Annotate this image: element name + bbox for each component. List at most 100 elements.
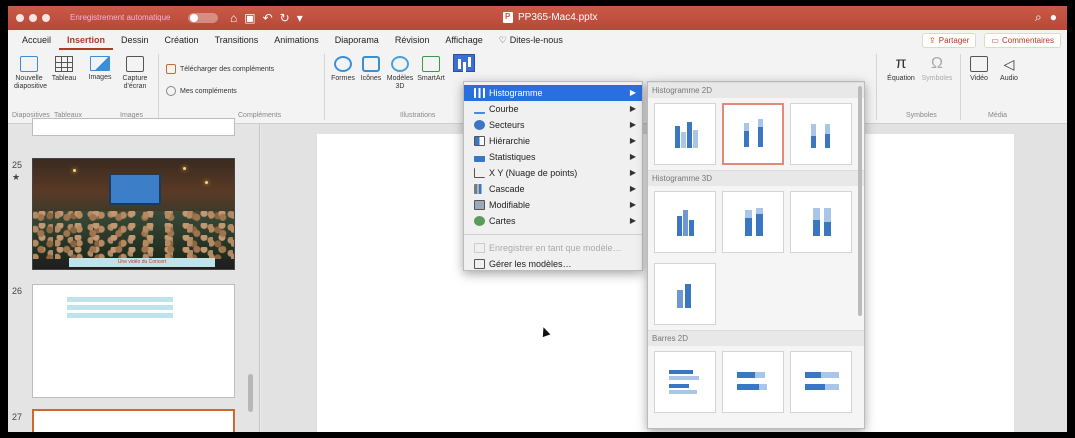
- chart-bar: [744, 123, 749, 131]
- slide-thumbnail-26[interactable]: [32, 284, 235, 398]
- gallery-section-2d: Histogramme 2D: [648, 82, 864, 98]
- slide-thumbnail-27[interactable]: [32, 409, 235, 432]
- autosave-label: Enregistrement automatique: [70, 13, 171, 22]
- shapes-button[interactable]: Formes: [330, 56, 356, 83]
- tab-creation[interactable]: Création: [157, 30, 207, 50]
- undo-icon[interactable]: ↶: [263, 11, 273, 25]
- tell-me-box[interactable]: ♡ Dites-le-nous: [491, 30, 571, 50]
- close-window-button[interactable]: [16, 14, 24, 22]
- stacked-bar-thumbnail[interactable]: [722, 351, 784, 413]
- window-controls: [16, 14, 50, 22]
- omega-icon: Ω: [931, 55, 943, 72]
- template-icon: [474, 243, 485, 253]
- new-slide-icon: [20, 56, 38, 72]
- 3d-100-stacked-column-thumbnail[interactable]: [790, 191, 852, 253]
- clustered-column-thumbnail[interactable]: [654, 103, 716, 165]
- menu-item-courbe[interactable]: Courbe ▶: [464, 101, 642, 117]
- share-icon: ⇪: [929, 36, 936, 45]
- images-button[interactable]: Images: [86, 56, 114, 82]
- models-3d-button[interactable]: Modèles 3D: [386, 56, 414, 91]
- chart-gallery: Histogramme 2D Histogramme 3D Barres 2D: [647, 81, 865, 429]
- 3d-column-thumbnail[interactable]: [654, 263, 716, 325]
- table-button[interactable]: Tableau: [50, 56, 78, 83]
- tab-affichage[interactable]: Affichage: [437, 30, 490, 50]
- video-button[interactable]: Vidéo: [966, 56, 992, 83]
- submenu-arrow-icon: ▶: [629, 200, 636, 209]
- comments-button[interactable]: ▭ Commentaires: [984, 33, 1061, 48]
- store-icon: [166, 64, 176, 74]
- menu-separator: [464, 234, 642, 235]
- chart-bar: [758, 119, 763, 127]
- chevron-down-icon[interactable]: ▾: [297, 11, 303, 25]
- screenshot-button[interactable]: Capture d'écran: [118, 56, 152, 91]
- 100-stacked-column-thumbnail[interactable]: [790, 103, 852, 165]
- submenu-arrow-icon: ▶: [629, 136, 636, 145]
- audio-button[interactable]: ◁ Audio: [996, 56, 1022, 83]
- chart-bar: [687, 122, 692, 148]
- menu-item-histogramme[interactable]: Histogramme ▶: [464, 85, 642, 101]
- slide-number-26: 26: [12, 286, 23, 296]
- submenu-arrow-icon: ▶: [629, 152, 636, 161]
- 3d-stacked-column-thumbnail[interactable]: [722, 191, 784, 253]
- account-icon[interactable]: ●: [1050, 10, 1057, 25]
- save-icon[interactable]: ▣: [244, 11, 255, 25]
- autosave-toggle[interactable]: [188, 13, 218, 23]
- menu-item-modifiable[interactable]: Modifiable ▶: [464, 197, 642, 213]
- tab-transitions[interactable]: Transitions: [207, 30, 267, 50]
- menu-item-xy[interactable]: X Y (Nuage de points) ▶: [464, 165, 642, 181]
- minimize-window-button[interactable]: [29, 14, 37, 22]
- chart-bar: [681, 132, 686, 148]
- chart-bar: [675, 126, 680, 148]
- menu-item-manage-templates[interactable]: Gérer les modèles…: [464, 256, 642, 272]
- chart-bar: [689, 220, 694, 236]
- clustered-bar-thumbnail[interactable]: [654, 351, 716, 413]
- equation-label: Équation: [887, 75, 915, 82]
- ribbon-tabs: Accueil Insertion Dessin Création Transi…: [8, 30, 1067, 50]
- menu-item-statistiques[interactable]: Statistiques ▶: [464, 149, 642, 165]
- stacked-column-thumbnail[interactable]: [722, 103, 784, 165]
- menu-item-cascade[interactable]: Cascade ▶: [464, 181, 642, 197]
- redo-icon[interactable]: ↻: [280, 11, 290, 25]
- chart-bar: [737, 372, 755, 378]
- gallery-scrollbar[interactable]: [858, 86, 862, 316]
- chart-bar: [811, 124, 816, 136]
- zoom-window-button[interactable]: [42, 14, 50, 22]
- tab-diaporama[interactable]: Diaporama: [327, 30, 387, 50]
- 100-stacked-bar-thumbnail[interactable]: [790, 351, 852, 413]
- menu-item-cartes[interactable]: Cartes ▶: [464, 213, 642, 229]
- chart-bar: [669, 390, 697, 394]
- 3d-clustered-column-thumbnail[interactable]: [654, 191, 716, 253]
- icons-button[interactable]: Icônes: [358, 56, 384, 83]
- slide-thumbnail-25[interactable]: Une vidéo du Concert: [32, 158, 235, 270]
- column-chart-icon: [453, 54, 475, 72]
- panel-scrollbar[interactable]: [248, 374, 253, 412]
- models-3d-label: Modèles 3D: [386, 75, 414, 90]
- menu-item-secteurs[interactable]: Secteurs ▶: [464, 117, 642, 133]
- slide-thumbnail-24[interactable]: [32, 118, 235, 136]
- chart-bar: [758, 127, 763, 147]
- tab-revision[interactable]: Révision: [387, 30, 438, 50]
- smartart-label: SmartArt: [417, 75, 445, 82]
- tab-accueil[interactable]: Accueil: [14, 30, 59, 50]
- my-addins-button[interactable]: Mes compléments: [166, 86, 237, 96]
- chart-button[interactable]: [450, 54, 478, 75]
- home-icon[interactable]: ⌂: [230, 11, 237, 25]
- tab-dessin[interactable]: Dessin: [113, 30, 157, 50]
- equation-button[interactable]: π Équation: [884, 56, 918, 83]
- menu-item-hierarchie[interactable]: Hiérarchie ▶: [464, 133, 642, 149]
- symbols-button[interactable]: Ω Symboles: [920, 56, 954, 83]
- menu-item-label: Hiérarchie: [489, 136, 531, 146]
- menu-item-save-template: Enregistrer en tant que modèle…: [464, 240, 642, 256]
- get-addins-button[interactable]: Télécharger des compléments: [166, 64, 274, 74]
- gallery-section-3d: Histogramme 3D: [648, 170, 864, 186]
- ceiling-light: [205, 181, 208, 184]
- titlebar-right: ⌕ ●: [1035, 10, 1057, 25]
- slide-thumbnails-panel[interactable]: 25 ★ Une vidéo du Concert 26 27: [8, 118, 260, 432]
- search-icon[interactable]: ⌕: [1035, 10, 1042, 25]
- smartart-button[interactable]: SmartArt: [416, 56, 446, 83]
- share-button[interactable]: ⇪ Partager: [922, 33, 977, 48]
- text-placeholder: [67, 305, 173, 310]
- tab-insertion[interactable]: Insertion: [59, 30, 114, 50]
- new-slide-button[interactable]: Nouvelle diapositive: [14, 56, 47, 91]
- tab-animations[interactable]: Animations: [266, 30, 327, 50]
